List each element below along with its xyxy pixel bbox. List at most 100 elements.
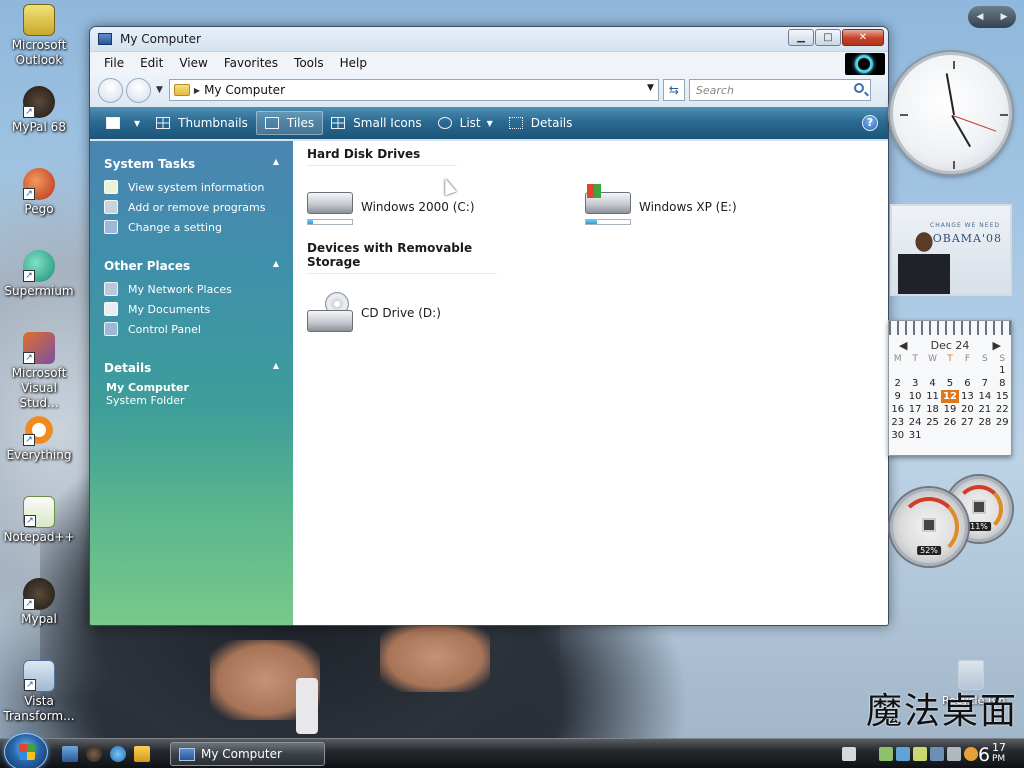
place-network[interactable]: My Network Places (90, 279, 293, 299)
search-icon[interactable] (853, 83, 864, 93)
calendar-day[interactable]: 3 (906, 377, 923, 390)
taskbar-clock[interactable]: 6 17 PM (976, 741, 1020, 767)
volume-icon[interactable] (947, 747, 961, 761)
collapse-icon[interactable]: ▲ (273, 361, 279, 375)
menu-help[interactable]: Help (332, 56, 375, 70)
start-button[interactable] (4, 733, 48, 768)
details-header[interactable]: Details ▲ (90, 357, 293, 381)
calendar-day[interactable]: 28 (976, 416, 993, 429)
network-tray-icon[interactable] (879, 747, 893, 761)
calendar-day[interactable]: 13 (959, 390, 976, 403)
calendar-next-icon[interactable]: ▶ (993, 339, 1001, 352)
menu-favorites[interactable]: Favorites (216, 56, 286, 70)
tray-app-icon[interactable] (896, 747, 910, 761)
maximize-button[interactable]: □ (815, 29, 841, 46)
menu-edit[interactable]: Edit (132, 56, 171, 70)
calendar-day[interactable]: 22 (994, 403, 1011, 416)
calendar-day[interactable]: 11 (924, 390, 941, 403)
breadcrumb-chevron-icon[interactable]: ▶ (194, 86, 200, 95)
menu-tools[interactable]: Tools (286, 56, 332, 70)
desktop-icon-supermium[interactable]: ↗ Supermium (1, 250, 77, 299)
display-icon[interactable] (930, 747, 944, 761)
calendar-day[interactable]: 24 (906, 416, 923, 429)
calendar-day[interactable]: 17 (906, 403, 923, 416)
group-header-hard-disks[interactable]: Hard Disk Drives (307, 145, 457, 166)
desktop-icon-pego[interactable]: ↗ Pego (1, 168, 77, 217)
next-icon[interactable]: ▶ (1001, 12, 1008, 22)
views-button[interactable]: ▼ (98, 111, 148, 135)
task-add-remove-programs[interactable]: Add or remove programs (90, 197, 293, 217)
place-documents[interactable]: My Documents (90, 299, 293, 319)
tray-app-icon[interactable] (913, 747, 927, 761)
help-icon[interactable]: ? (862, 115, 878, 131)
taskbar-button-my-computer[interactable]: My Computer (170, 742, 325, 766)
desktop-icon-mypal[interactable]: ↗ Mypal (1, 578, 77, 627)
system-tasks-header[interactable]: System Tasks ▲ (90, 153, 293, 177)
calendar-day[interactable]: 29 (994, 416, 1011, 429)
task-change-setting[interactable]: Change a setting (90, 217, 293, 237)
desktop-icon-mypal68[interactable]: ↗ MyPal 68 (1, 86, 77, 135)
calendar-day[interactable]: 27 (959, 416, 976, 429)
back-button[interactable] (98, 77, 123, 103)
calendar-day[interactable]: 21 (976, 403, 993, 416)
keyboard-icon[interactable] (842, 747, 856, 761)
drive-e[interactable]: Windows XP (E:) (585, 184, 863, 225)
details-button[interactable]: Details (501, 111, 581, 135)
calendar-day[interactable]: 26 (941, 416, 958, 429)
calendar-day[interactable]: 1 (994, 364, 1011, 377)
calendar-day[interactable]: 31 (906, 429, 923, 442)
address-field[interactable]: ▶ My Computer ▼ (168, 79, 659, 101)
collapse-icon[interactable]: ▲ (273, 259, 279, 273)
calendar-day[interactable]: 5 (941, 377, 958, 390)
calendar-day[interactable]: 6 (959, 377, 976, 390)
small-icons-button[interactable]: Small Icons (323, 111, 429, 135)
drive-d[interactable]: CD Drive (D:) (307, 292, 585, 336)
title-bar[interactable]: My Computer ▁ □ ✕ (90, 27, 888, 51)
desktop-icon-notepadpp[interactable]: ↗ Notepad++ (1, 496, 77, 545)
previous-icon[interactable]: ◀ (977, 12, 984, 22)
tiles-button[interactable]: Tiles (255, 111, 324, 135)
calendar-gadget[interactable]: ◀ Dec 24 ▶ MTWTFSS 1 2 3 4 5 6 7 8 9 10 11 12 13 14 15… (888, 320, 1012, 456)
calendar-day[interactable]: 16 (889, 403, 906, 416)
place-control-panel[interactable]: Control Panel (90, 319, 293, 339)
calendar-day[interactable]: 18 (924, 403, 941, 416)
calendar-day[interactable]: 12 (941, 390, 959, 403)
list-button[interactable]: List ▼ (430, 111, 501, 135)
minimize-button[interactable]: ▁ (788, 29, 814, 46)
address-dropdown-icon[interactable]: ▼ (647, 83, 654, 93)
calendar-day[interactable]: 10 (906, 390, 923, 403)
collapse-icon[interactable]: ▲ (273, 157, 279, 171)
cpu-meter-gadget[interactable]: 52% (890, 488, 968, 566)
calendar-day[interactable]: 4 (924, 377, 941, 390)
calendar-day[interactable]: 19 (941, 403, 958, 416)
clock-gadget[interactable] (890, 52, 1012, 174)
calendar-day[interactable]: 2 (889, 377, 906, 390)
mypal-quicklaunch-icon[interactable] (86, 746, 102, 762)
recent-pages-dropdown[interactable]: ▼ (156, 85, 163, 95)
forward-button[interactable] (126, 77, 151, 103)
menu-view[interactable]: View (171, 56, 215, 70)
calendar-day[interactable]: 23 (889, 416, 906, 429)
calendar-prev-icon[interactable]: ◀ (899, 339, 907, 352)
other-places-header[interactable]: Other Places ▲ (90, 255, 293, 279)
group-header-removable[interactable]: Devices with Removable Storage (307, 239, 497, 274)
calendar-day[interactable]: 8 (994, 377, 1011, 390)
media-player-icon[interactable] (134, 746, 150, 762)
desktop-icon-outlook[interactable]: Microsoft Outlook (1, 4, 77, 68)
close-button[interactable]: ✕ (842, 29, 884, 46)
calendar-day[interactable]: 15 (994, 390, 1011, 403)
slideshow-gadget[interactable]: CHANGE WE NEED OBAMA'08 (890, 204, 1012, 296)
calendar-day[interactable]: 14 (976, 390, 993, 403)
show-desktop-icon[interactable] (62, 746, 78, 762)
calendar-day[interactable]: 9 (889, 390, 906, 403)
task-view-system-info[interactable]: View system information (90, 177, 293, 197)
calendar-day[interactable]: 7 (976, 377, 993, 390)
thumbnails-button[interactable]: Thumbnails (148, 111, 256, 135)
desktop-icon-vista-transform[interactable]: ↗ Vista Transform... (1, 660, 77, 724)
desktop-icon-everything[interactable]: ↗ Everything (1, 414, 77, 463)
desktop-icon-visual-studio[interactable]: ↗ Microsoft Visual Stud... (1, 332, 77, 411)
search-input[interactable]: Search (688, 79, 871, 101)
calendar-day[interactable]: 20 (959, 403, 976, 416)
calendar-day[interactable]: 25 (924, 416, 941, 429)
internet-explorer-icon[interactable] (110, 746, 126, 762)
